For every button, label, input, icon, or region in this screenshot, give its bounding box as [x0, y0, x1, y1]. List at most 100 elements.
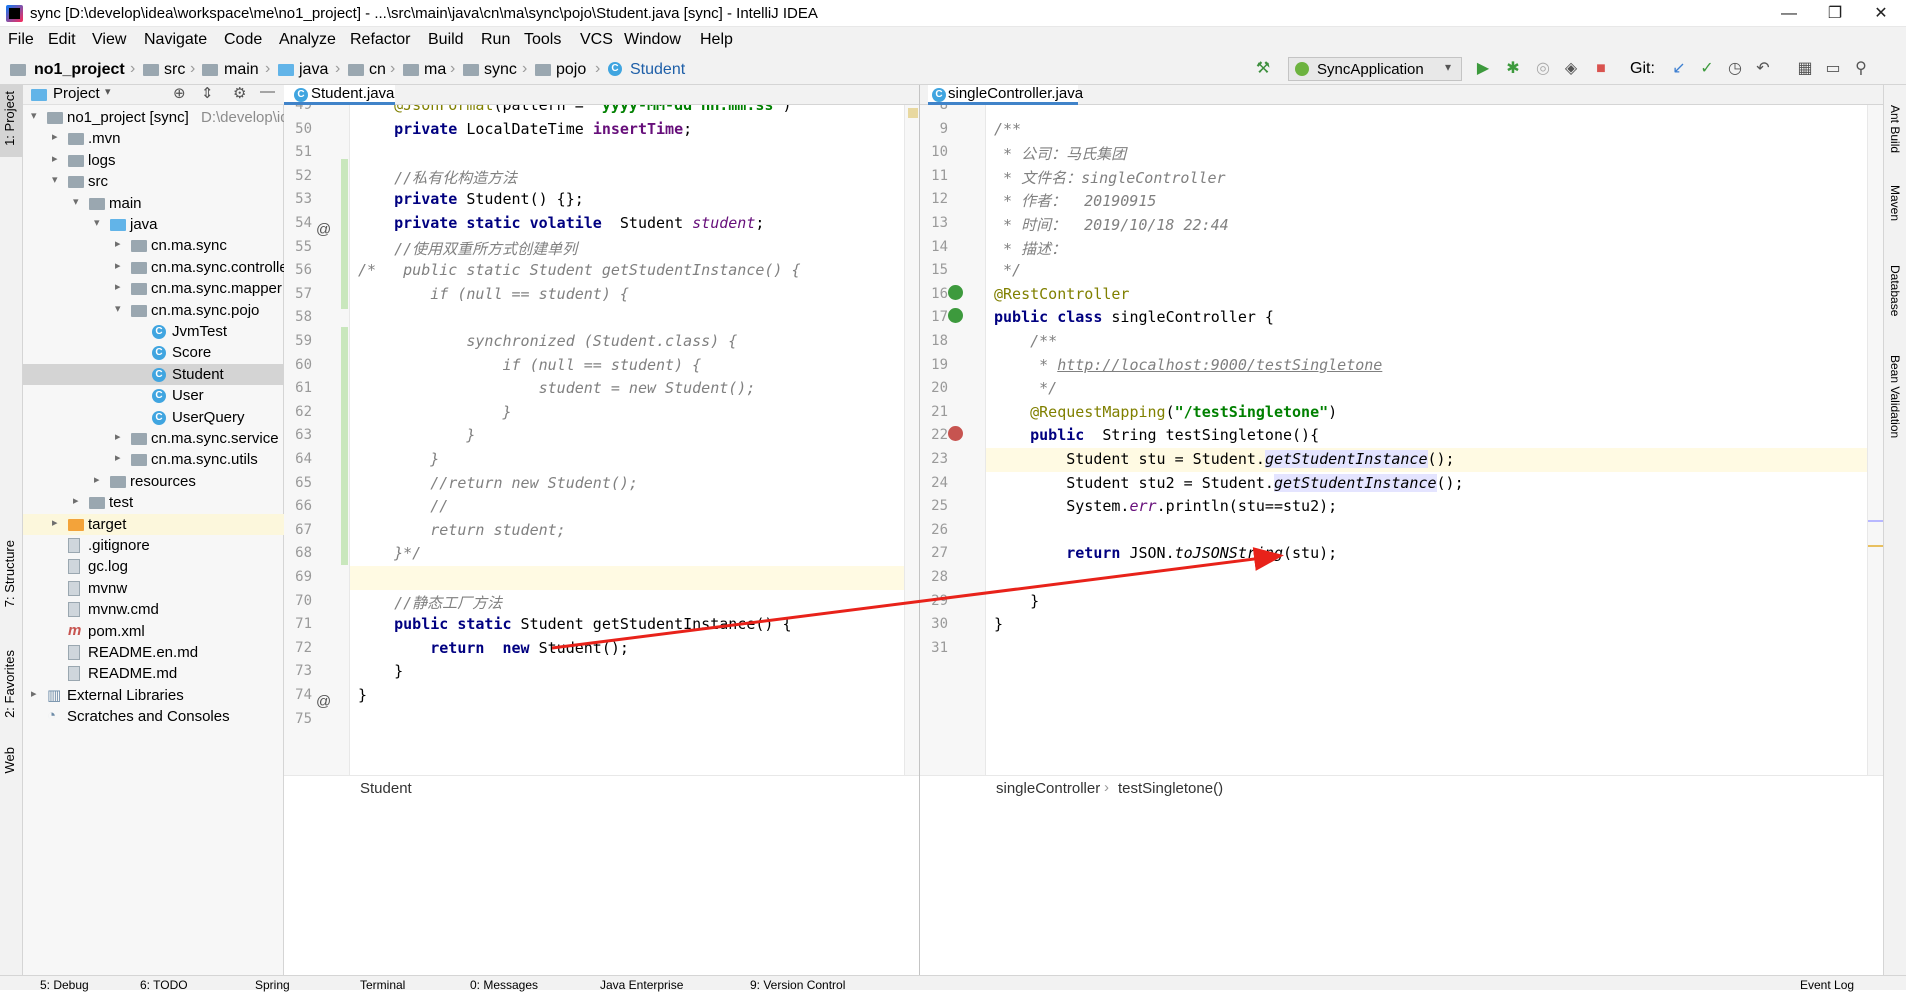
collapsed-arrow-icon[interactable]: ▸ — [115, 237, 127, 250]
code-line[interactable]: } — [358, 403, 511, 421]
tab-single-controller-java[interactable]: C singleController.java — [928, 85, 1083, 105]
collapsed-arrow-icon[interactable]: ▸ — [115, 430, 127, 443]
code-line[interactable]: * http://localhost:9000/testSingletone — [994, 356, 1382, 374]
tree-item[interactable]: ▾ java — [23, 214, 284, 235]
crumb-project[interactable]: no1_project — [34, 61, 125, 79]
tree-item[interactable]: ▸ ▥ External Libraries — [23, 685, 284, 706]
menu-code[interactable]: Code — [224, 31, 262, 49]
annotation-gutter-icon[interactable]: @ — [316, 693, 331, 710]
menu-analyze[interactable]: Analyze — [279, 31, 336, 49]
expanded-arrow-icon[interactable]: ▾ — [31, 109, 43, 122]
tree-item[interactable]: ▸ .mvn — [23, 128, 284, 149]
crumb-main[interactable]: main — [224, 61, 259, 79]
code-line[interactable]: public class singleController { — [994, 308, 1274, 326]
web-tool-tab[interactable]: Web — [2, 747, 17, 774]
code-line[interactable]: System.err.println(stu==stu2); — [994, 497, 1337, 515]
window-layout-icon[interactable]: ▭ — [1824, 60, 1842, 78]
run-config-select[interactable]: SyncApplication ▾ — [1288, 57, 1462, 81]
revert-icon[interactable]: ↶ — [1754, 60, 1772, 78]
menu-refactor[interactable]: Refactor — [350, 31, 410, 49]
code-line[interactable]: return student; — [358, 521, 565, 539]
code-line[interactable]: Student stu = Student.getStudentInstance… — [994, 450, 1455, 468]
tree-item[interactable]: gc.log — [23, 556, 284, 577]
menu-edit[interactable]: Edit — [48, 31, 76, 49]
code-line[interactable]: * 公司：马氏集团 — [994, 143, 1126, 164]
project-panel-title[interactable]: Project — [53, 85, 100, 102]
code-line[interactable]: /** — [994, 332, 1057, 350]
code-line[interactable]: // — [358, 497, 448, 515]
database-tool-tab[interactable]: Database — [1888, 265, 1902, 316]
crumb-pojo[interactable]: pojo — [556, 61, 586, 79]
code-line[interactable]: @JsonFormat(pattern = "yyyy-MM-dd HH:mm:… — [358, 105, 791, 114]
structure-tool-tab[interactable]: 7: Structure — [2, 540, 17, 607]
profile-icon[interactable]: ◈ — [1562, 60, 1580, 78]
tree-item[interactable]: ▸ resources — [23, 471, 284, 492]
debug-icon[interactable]: ✱ — [1504, 60, 1522, 78]
crumb-student[interactable]: Student — [630, 61, 685, 79]
breadcrumb-method[interactable]: testSingletone() — [1118, 780, 1223, 797]
expanded-arrow-icon[interactable]: ▾ — [94, 216, 106, 229]
menu-build[interactable]: Build — [428, 31, 464, 49]
method-mapping-icon[interactable] — [948, 426, 963, 442]
menu-vcs[interactable]: VCS — [580, 31, 613, 49]
code-line[interactable]: @RequestMapping("/testSingletone") — [994, 403, 1337, 421]
chevron-down-icon[interactable]: ▾ — [105, 85, 111, 98]
code-line[interactable]: /** — [994, 120, 1021, 138]
code-line[interactable]: //静态工厂方法 — [358, 592, 502, 613]
code-line[interactable]: } — [358, 426, 475, 444]
menu-help[interactable]: Help — [700, 31, 733, 49]
tree-item[interactable]: ▸ test — [23, 492, 284, 513]
tree-item[interactable]: ▸ cn.ma.sync.controller — [23, 257, 293, 278]
bean-validation-tool-tab[interactable]: Bean Validation — [1888, 355, 1902, 438]
close-button[interactable]: ✕ — [1858, 0, 1904, 27]
crumb-cn[interactable]: cn — [369, 61, 386, 79]
collapse-all-icon[interactable]: ⇕ — [201, 84, 214, 102]
project-structure-icon[interactable]: ▦ — [1796, 60, 1814, 78]
hammer-build-icon[interactable]: ⚒ — [1254, 60, 1272, 78]
tree-item[interactable]: .gitignore — [23, 535, 284, 556]
code-line[interactable]: } — [358, 662, 403, 680]
collapsed-arrow-icon[interactable]: ▸ — [115, 259, 127, 272]
code-line[interactable]: student = new Student(); — [358, 379, 756, 397]
tree-item[interactable]: ▸ target — [23, 513, 284, 535]
tree-item[interactable]: ▾ no1_project [sync] D:\develop\idea\ — [23, 107, 309, 128]
code-line[interactable]: if (null == student) { — [358, 285, 629, 303]
code-line[interactable]: if (null == student) { — [358, 356, 701, 374]
project-tool-tab[interactable]: 1: Project — [2, 91, 17, 146]
tree-item[interactable]: ◔ Scratches and Consoles — [23, 706, 284, 727]
code-line[interactable]: public static Student getStudentInstance… — [358, 615, 791, 633]
code-line[interactable]: */ — [994, 379, 1057, 397]
restore-button[interactable]: ❐ — [1812, 0, 1858, 27]
tree-item[interactable]: ▾ main — [23, 193, 284, 214]
code-line[interactable]: } — [994, 592, 1039, 610]
tree-item[interactable]: ▾ src — [23, 171, 284, 192]
code-line[interactable]: //私有化构造方法 — [358, 167, 517, 188]
tree-item[interactable]: mvnw — [23, 578, 284, 599]
spring-bean-icon[interactable] — [948, 308, 963, 324]
search-icon[interactable]: ⚲ — [1852, 60, 1870, 78]
menu-navigate[interactable]: Navigate — [144, 31, 207, 49]
collapsed-arrow-icon[interactable]: ▸ — [94, 473, 106, 486]
code-line[interactable]: //使用双重所方式创建单列 — [358, 238, 577, 259]
breadcrumb-class[interactable]: Student — [360, 780, 412, 797]
collapsed-arrow-icon[interactable]: ▸ — [73, 494, 85, 507]
expanded-arrow-icon[interactable]: ▾ — [73, 195, 85, 208]
tree-item[interactable]: C Score — [23, 342, 284, 363]
minimize-button[interactable]: — — [1766, 0, 1812, 27]
code-line[interactable]: * 作者： 20190915 — [994, 190, 1156, 211]
favorites-tool-tab[interactable]: 2: Favorites — [2, 650, 17, 718]
code-line[interactable]: return JSON.toJSONString(stu); — [994, 544, 1337, 562]
right-scroll-marker[interactable] — [1867, 105, 1884, 775]
tree-item[interactable]: README.en.md — [23, 642, 284, 663]
collapsed-arrow-icon[interactable]: ▸ — [115, 451, 127, 464]
code-line[interactable]: * 描述： — [994, 238, 1066, 259]
code-line[interactable]: } — [358, 450, 439, 468]
tree-item[interactable]: C Student — [23, 363, 284, 385]
code-line[interactable]: }*/ — [358, 544, 421, 562]
stop-icon[interactable]: ■ — [1592, 60, 1610, 78]
tree-item[interactable]: ▸ cn.ma.sync.service — [23, 428, 284, 449]
tree-item[interactable]: ▸ logs — [23, 150, 284, 171]
collapsed-arrow-icon[interactable]: ▸ — [52, 516, 64, 529]
code-line[interactable]: * 时间： 2019/10/18 22:44 — [994, 214, 1229, 235]
coverage-icon[interactable]: ◎ — [1534, 60, 1552, 78]
